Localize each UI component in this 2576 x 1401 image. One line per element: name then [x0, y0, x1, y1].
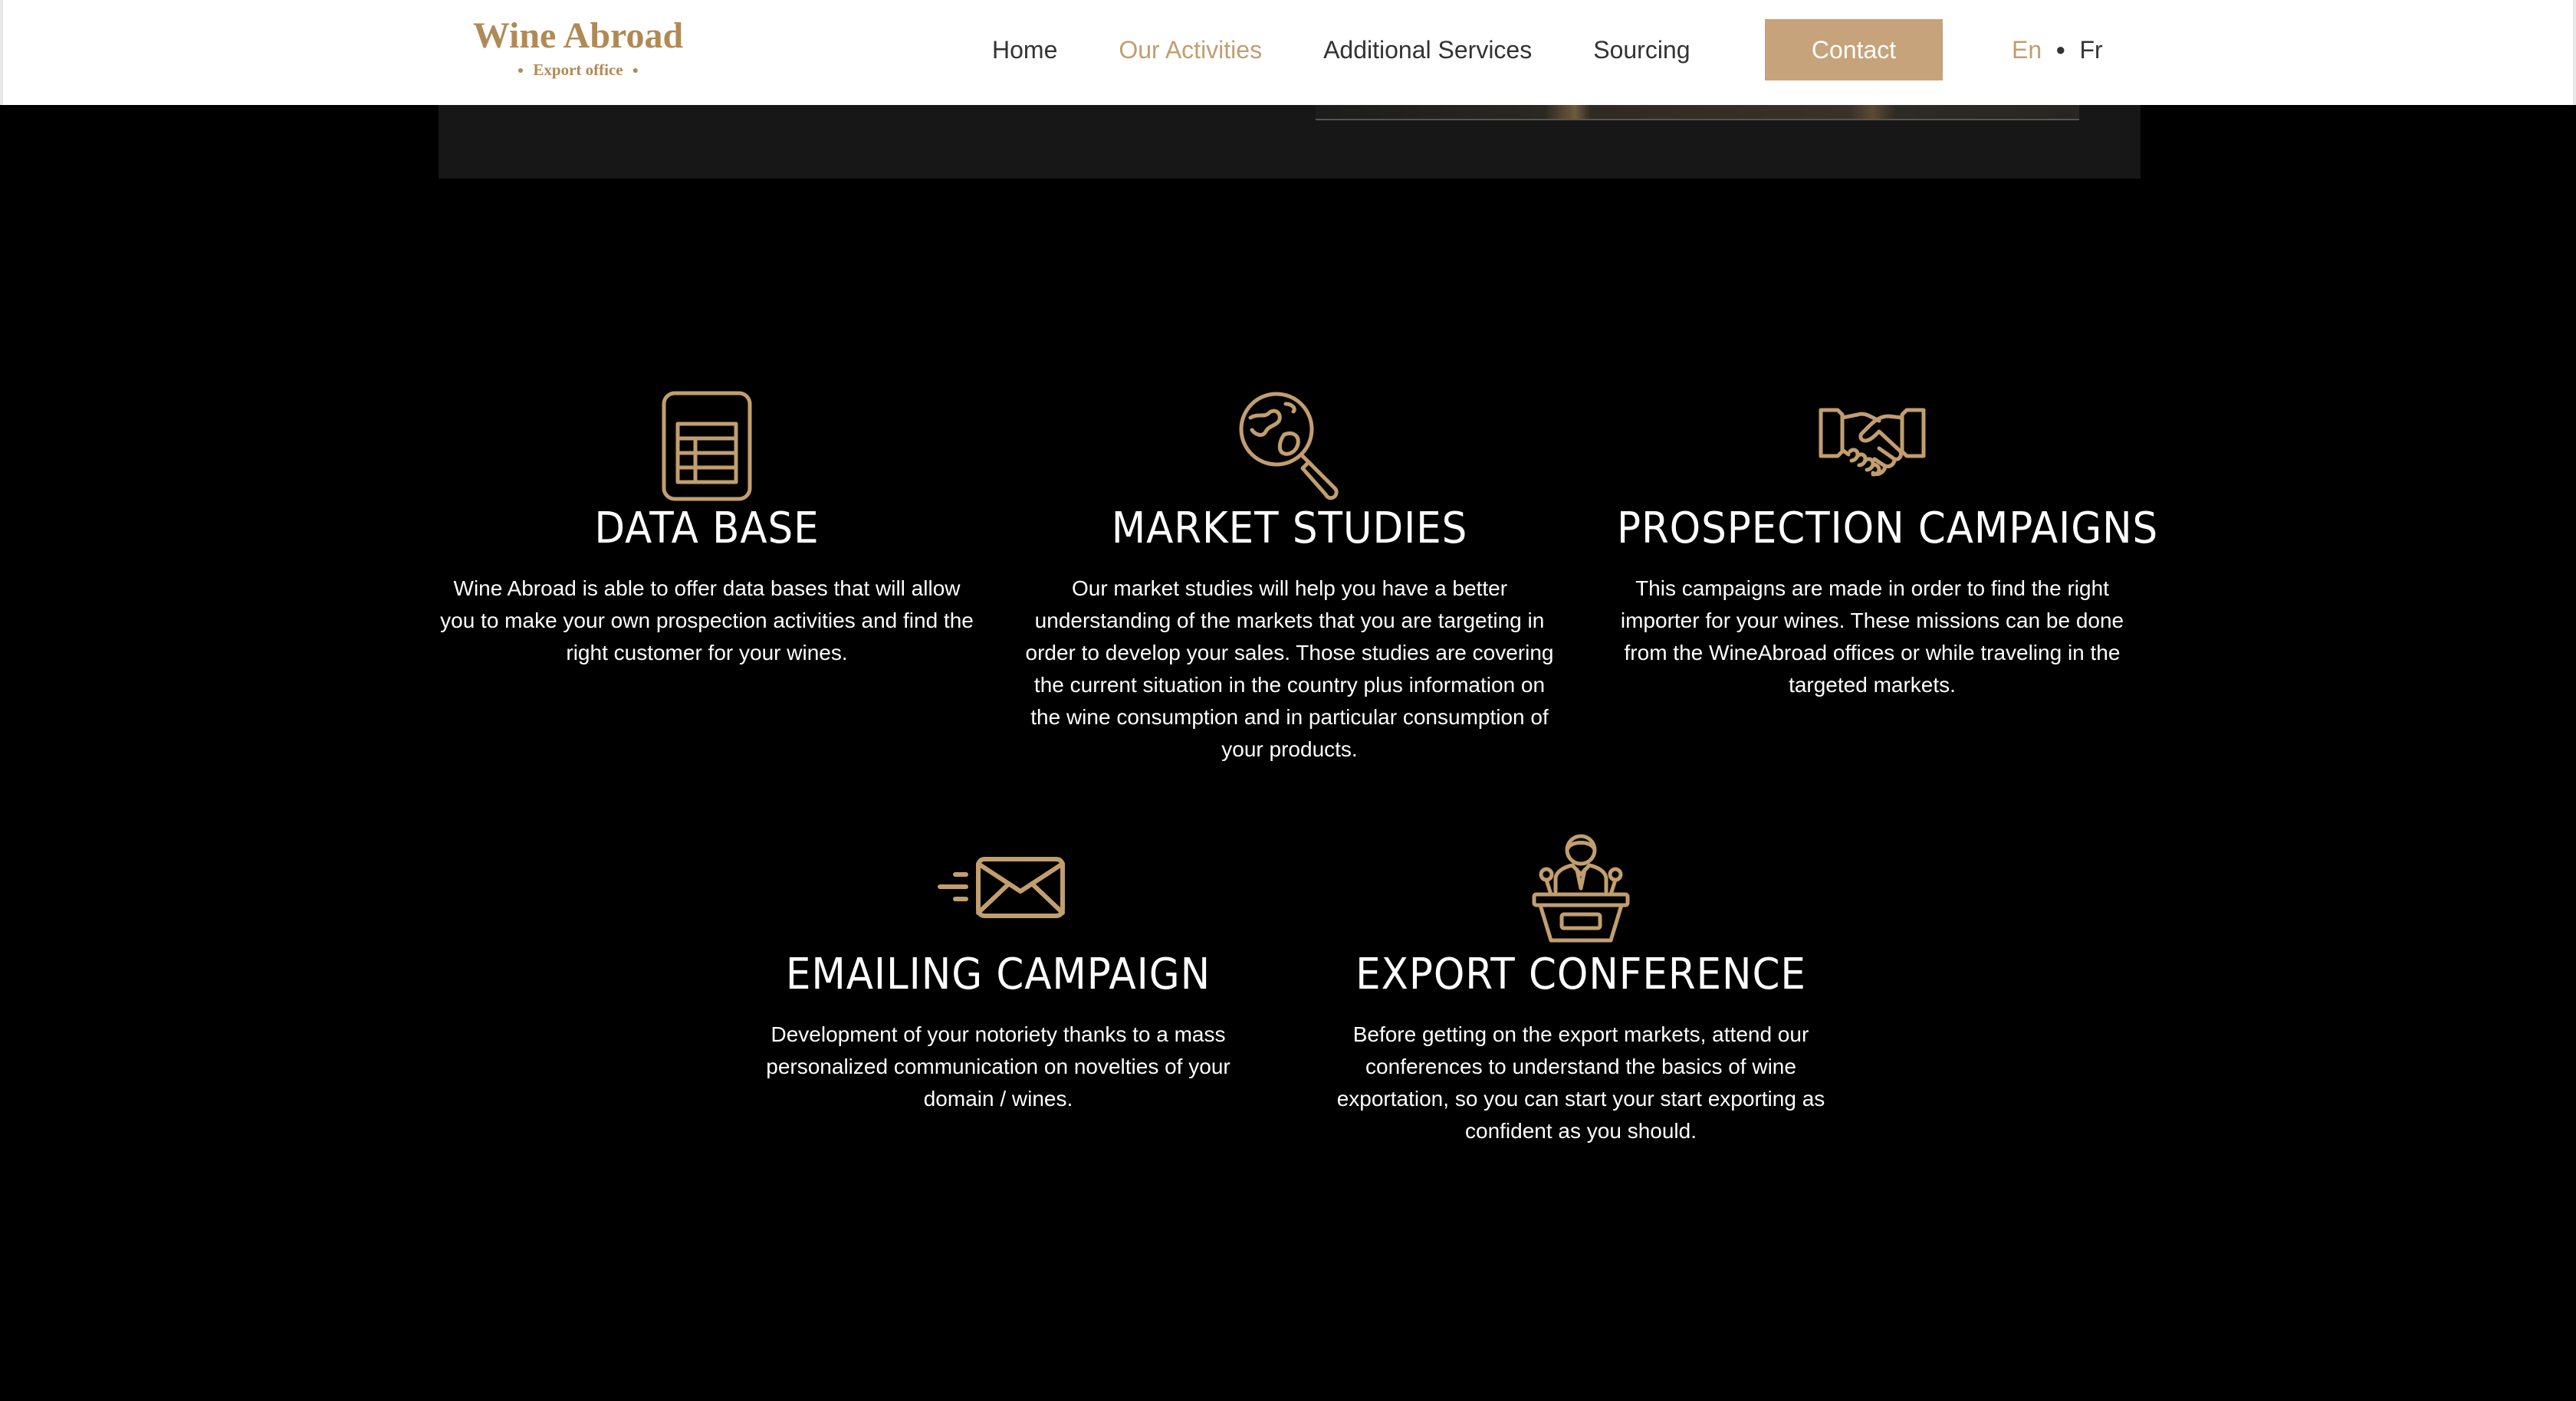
service-title: DATA BASE: [594, 504, 820, 553]
service-title: PROSPECTION CAMPAIGNS: [1616, 504, 2159, 553]
hero-image-strip: [1316, 105, 2079, 120]
logo-title: Wine Abroad: [472, 15, 684, 56]
service-description: Before getting on the export markets, at…: [1336, 1022, 1825, 1143]
contact-button[interactable]: Contact: [1765, 19, 1943, 80]
site-header: Wine Abroad ● Export office ● Home Our Act…: [0, 0, 2576, 105]
bullet-icon: ●: [632, 65, 639, 77]
speaker-podium-icon: [1532, 834, 1630, 943]
spreadsheet-icon: [662, 391, 752, 501]
service-emailing-campaign: EMAILING CAMPAIGN Development of your no…: [722, 833, 1274, 1115]
service-description: This campaigns are made in order to find…: [1620, 576, 2124, 697]
service-prospection-campaigns: PROSPECTION CAMPAIGNS This campaigns are…: [1595, 387, 2159, 701]
globe-magnifier-icon: [1239, 392, 1339, 500]
language-separator: ●: [2055, 40, 2066, 59]
service-title: EXPORT CONFERENCE: [1355, 950, 1806, 999]
nav-item-our-activities[interactable]: Our Activities: [1119, 36, 1262, 64]
logo-subtitle-row: ● Export office ●: [469, 58, 687, 83]
service-export-conference: EXPORT CONFERENCE Before getting on the …: [1303, 833, 1858, 1147]
service-market-studies: MARKET STUDIES Our market studies will h…: [1012, 387, 1567, 766]
language-switcher: En ● Fr: [2012, 0, 2103, 100]
bullet-icon: ●: [517, 65, 524, 77]
service-description: Development of your notoriety thanks to …: [766, 1022, 1230, 1111]
service-data-base: DATA BASE Wine Abroad is able to offer d…: [429, 387, 984, 669]
service-title: EMAILING CAMPAIGN: [785, 950, 1211, 999]
service-description: Wine Abroad is able to offer data bases …: [440, 576, 974, 664]
main-nav: Home Our Activities Additional Services …: [992, 0, 1752, 100]
envelope-icon: [938, 857, 1065, 918]
nav-item-home[interactable]: Home: [992, 36, 1057, 64]
nav-item-additional-services[interactable]: Additional Services: [1323, 36, 1532, 64]
service-title: MARKET STUDIES: [1111, 504, 1468, 553]
handshake-icon: [1819, 408, 1926, 477]
nav-item-sourcing[interactable]: Sourcing: [1593, 36, 1690, 64]
logo-subtitle: Export office: [533, 61, 623, 79]
service-description: Our market studies will help you have a …: [1025, 576, 1554, 761]
language-en[interactable]: En: [2012, 36, 2042, 64]
language-fr[interactable]: Fr: [2079, 36, 2102, 64]
logo[interactable]: Wine Abroad ● Export office ●: [469, 14, 687, 83]
